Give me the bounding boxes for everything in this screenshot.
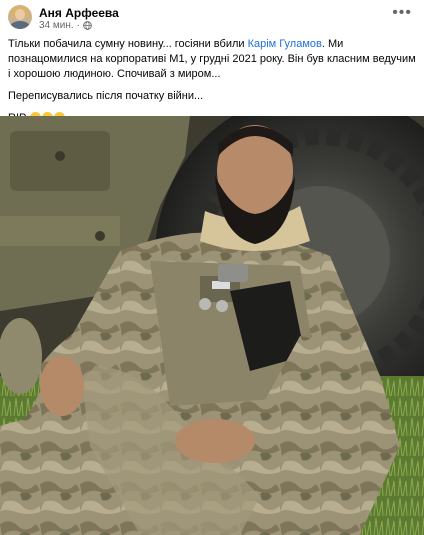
author-name[interactable]: Аня Арфеева [39,6,119,20]
text-segment: Тільки побачила сумну новину... госіяни … [8,38,248,50]
post-header: Аня Арфеева 34 мин. · ••• [0,0,424,34]
post-time[interactable]: 34 мин. [39,20,74,31]
more-dots-icon[interactable]: ••• [392,5,412,21]
post-meta: 34 мин. · [39,20,92,31]
globe-icon[interactable] [83,21,92,30]
author-avatar[interactable] [8,5,32,29]
post-photo[interactable] [0,116,424,535]
soldier-photo-image [0,116,424,535]
post-paragraph-1: Тільки побачила сумну новину... госіяни … [8,37,418,82]
facebook-post: Аня Арфеева 34 мин. · ••• Тільки побачил… [0,0,424,535]
post-paragraph-2: Переписувались після початку війни... [8,90,204,102]
meta-separator: · [76,20,81,31]
tagged-person-link[interactable]: Карім Гуламов [248,38,322,50]
